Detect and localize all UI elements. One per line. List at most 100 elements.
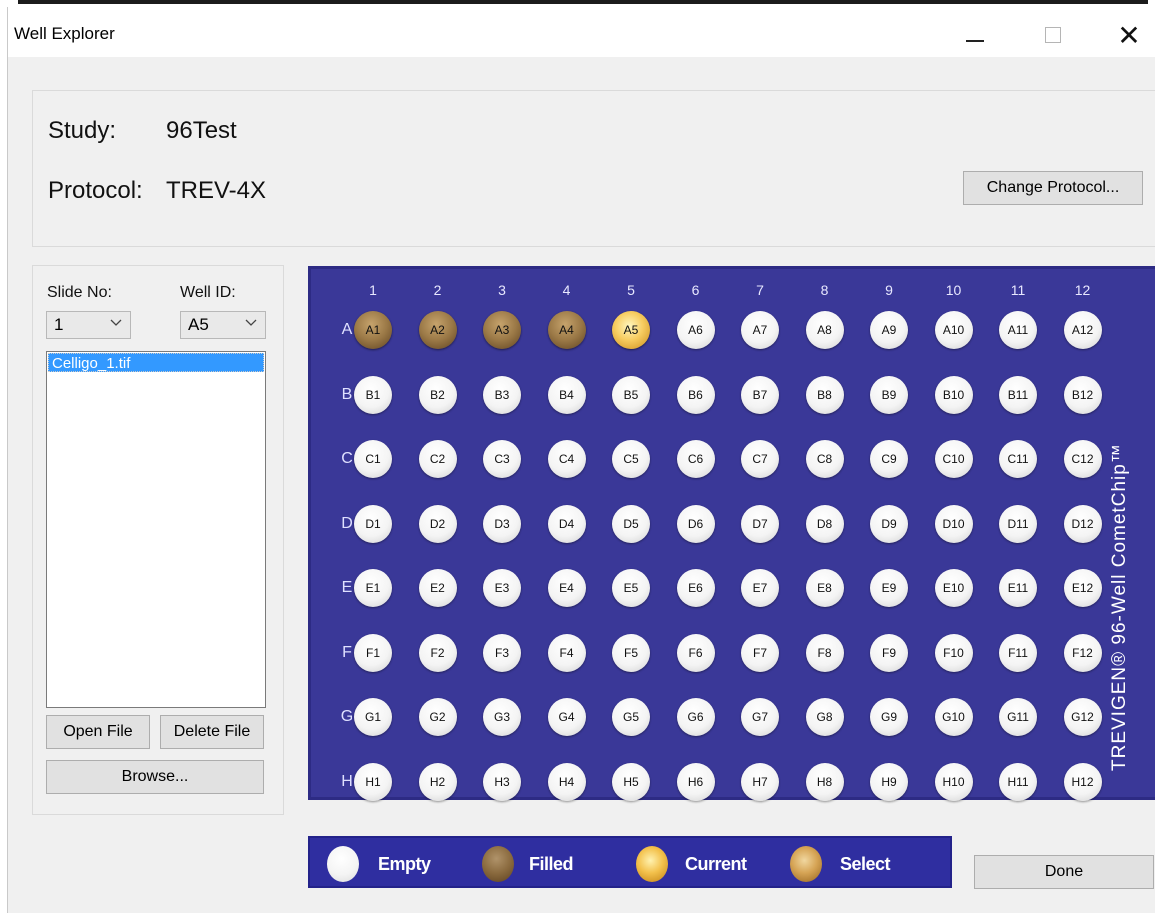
- well-f3[interactable]: F3: [483, 633, 521, 672]
- well-c6[interactable]: C6: [676, 440, 715, 478]
- well-id-select[interactable]: A5: [180, 311, 266, 339]
- well-e11[interactable]: E11: [999, 569, 1037, 607]
- well-g8[interactable]: G8: [805, 698, 844, 736]
- well-a12[interactable]: A12: [1063, 311, 1102, 349]
- well-h10[interactable]: H10: [934, 762, 973, 801]
- well-a1[interactable]: A1: [354, 311, 392, 349]
- well-h8[interactable]: H8: [805, 762, 844, 801]
- well-b3[interactable]: B3: [483, 375, 521, 414]
- open-file-button[interactable]: Open File: [46, 715, 150, 749]
- well-f1[interactable]: F1: [354, 633, 392, 672]
- well-c1[interactable]: C1: [354, 440, 392, 478]
- well-f8[interactable]: F8: [805, 633, 844, 672]
- well-c7[interactable]: C7: [741, 440, 779, 478]
- well-e1[interactable]: E1: [354, 569, 392, 607]
- well-a2[interactable]: A2: [418, 311, 457, 349]
- well-b12[interactable]: B12: [1063, 375, 1102, 414]
- well-b10[interactable]: B10: [934, 375, 973, 414]
- well-a3[interactable]: A3: [483, 311, 521, 349]
- well-f2[interactable]: F2: [418, 633, 457, 672]
- well-g9[interactable]: G9: [870, 698, 908, 736]
- well-d11[interactable]: D11: [999, 504, 1037, 543]
- well-g2[interactable]: G2: [418, 698, 457, 736]
- well-a11[interactable]: A11: [999, 311, 1037, 349]
- well-f4[interactable]: F4: [547, 633, 586, 672]
- well-c11[interactable]: C11: [999, 440, 1037, 478]
- well-c2[interactable]: C2: [418, 440, 457, 478]
- well-g10[interactable]: G10: [934, 698, 973, 736]
- file-list[interactable]: Celligo_1.tif: [46, 351, 266, 708]
- well-e4[interactable]: E4: [547, 569, 586, 607]
- well-a4[interactable]: A4: [547, 311, 586, 349]
- well-g12[interactable]: G12: [1063, 698, 1102, 736]
- well-f11[interactable]: F11: [999, 633, 1037, 672]
- well-d10[interactable]: D10: [934, 504, 973, 543]
- well-f5[interactable]: F5: [612, 633, 650, 672]
- well-h5[interactable]: H5: [612, 762, 650, 801]
- well-c12[interactable]: C12: [1063, 440, 1102, 478]
- well-g11[interactable]: G11: [999, 698, 1037, 736]
- well-a7[interactable]: A7: [741, 311, 779, 349]
- well-e5[interactable]: E5: [612, 569, 650, 607]
- well-b11[interactable]: B11: [999, 375, 1037, 414]
- well-f12[interactable]: F12: [1063, 633, 1102, 672]
- well-c8[interactable]: C8: [805, 440, 844, 478]
- well-h11[interactable]: H11: [999, 762, 1037, 801]
- well-e9[interactable]: E9: [870, 569, 908, 607]
- minimize-button[interactable]: [952, 16, 998, 54]
- maximize-button[interactable]: [1030, 16, 1076, 54]
- well-g6[interactable]: G6: [676, 698, 715, 736]
- well-d2[interactable]: D2: [418, 504, 457, 543]
- well-f6[interactable]: F6: [676, 633, 715, 672]
- well-h1[interactable]: H1: [354, 762, 392, 801]
- well-h7[interactable]: H7: [741, 762, 779, 801]
- well-a6[interactable]: A6: [676, 311, 715, 349]
- well-b8[interactable]: B8: [805, 375, 844, 414]
- well-c9[interactable]: C9: [870, 440, 908, 478]
- well-e12[interactable]: E12: [1063, 569, 1102, 607]
- well-d4[interactable]: D4: [547, 504, 586, 543]
- well-f10[interactable]: F10: [934, 633, 973, 672]
- well-h6[interactable]: H6: [676, 762, 715, 801]
- well-d5[interactable]: D5: [612, 504, 650, 543]
- well-e7[interactable]: E7: [741, 569, 779, 607]
- well-e3[interactable]: E3: [483, 569, 521, 607]
- well-b5[interactable]: B5: [612, 375, 650, 414]
- file-list-item[interactable]: Celligo_1.tif: [48, 353, 264, 372]
- delete-file-button[interactable]: Delete File: [160, 715, 264, 749]
- well-h4[interactable]: H4: [547, 762, 586, 801]
- well-h3[interactable]: H3: [483, 762, 521, 801]
- well-b9[interactable]: B9: [870, 375, 908, 414]
- well-b1[interactable]: B1: [354, 375, 392, 414]
- well-d6[interactable]: D6: [676, 504, 715, 543]
- well-c3[interactable]: C3: [483, 440, 521, 478]
- done-button[interactable]: Done: [974, 855, 1154, 889]
- well-g4[interactable]: G4: [547, 698, 586, 736]
- change-protocol-button[interactable]: Change Protocol...: [963, 171, 1143, 205]
- well-g7[interactable]: G7: [741, 698, 779, 736]
- well-c5[interactable]: C5: [612, 440, 650, 478]
- well-b2[interactable]: B2: [418, 375, 457, 414]
- well-e8[interactable]: E8: [805, 569, 844, 607]
- well-e6[interactable]: E6: [676, 569, 715, 607]
- well-d7[interactable]: D7: [741, 504, 779, 543]
- well-b6[interactable]: B6: [676, 375, 715, 414]
- well-a5[interactable]: A5: [612, 311, 650, 349]
- well-b7[interactable]: B7: [741, 375, 779, 414]
- close-button[interactable]: ✕: [1106, 16, 1152, 54]
- well-h2[interactable]: H2: [418, 762, 457, 801]
- well-d12[interactable]: D12: [1063, 504, 1102, 543]
- well-h12[interactable]: H12: [1063, 762, 1102, 801]
- well-g3[interactable]: G3: [483, 698, 521, 736]
- well-a10[interactable]: A10: [934, 311, 973, 349]
- well-b4[interactable]: B4: [547, 375, 586, 414]
- browse-button[interactable]: Browse...: [46, 760, 264, 794]
- well-g1[interactable]: G1: [354, 698, 392, 736]
- well-g5[interactable]: G5: [612, 698, 650, 736]
- well-c4[interactable]: C4: [547, 440, 586, 478]
- well-d1[interactable]: D1: [354, 504, 392, 543]
- well-a9[interactable]: A9: [870, 311, 908, 349]
- well-e2[interactable]: E2: [418, 569, 457, 607]
- well-e10[interactable]: E10: [934, 569, 973, 607]
- well-c10[interactable]: C10: [934, 440, 973, 478]
